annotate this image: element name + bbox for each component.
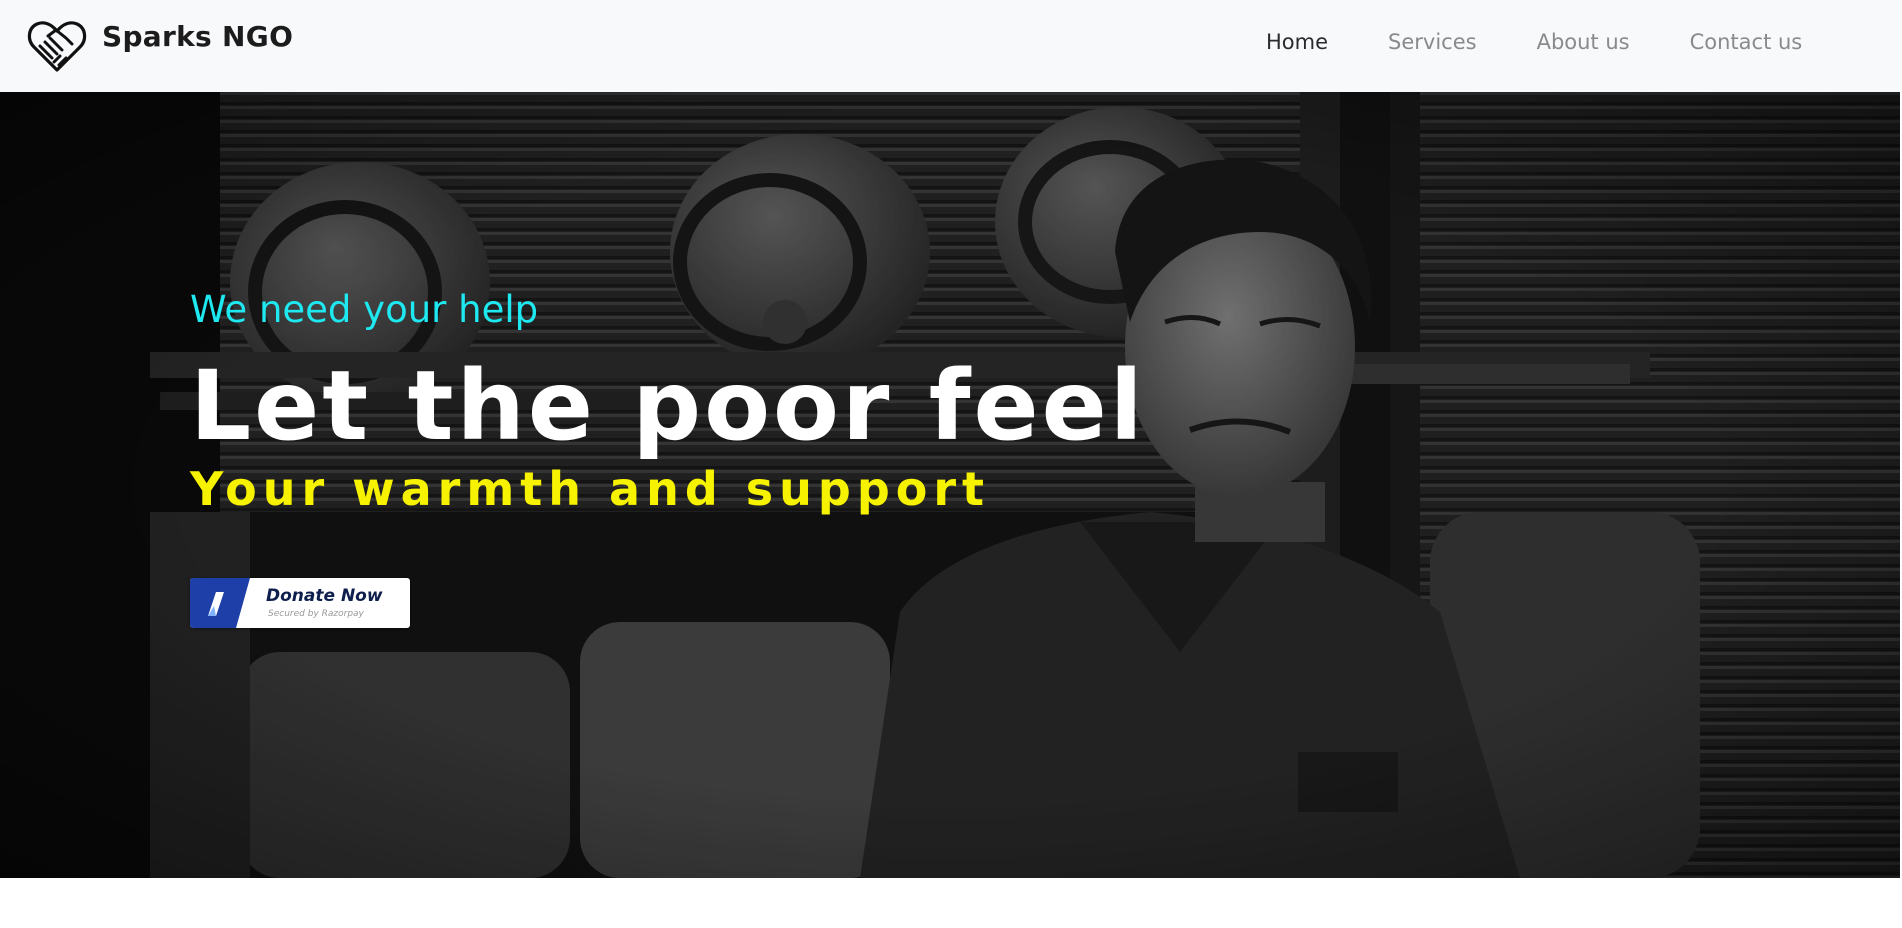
donate-secured-text: Secured by Razorpay: [268, 609, 364, 619]
nav-menu: Home Services About us Contact us: [1266, 30, 1862, 54]
brand[interactable]: Sparks NGO: [26, 16, 293, 76]
razorpay-icon: [190, 578, 250, 628]
donate-label: Donate Now: [266, 586, 383, 606]
nav-link-about-us[interactable]: About us: [1537, 30, 1630, 54]
nav-link-services[interactable]: Services: [1388, 30, 1477, 54]
hero-headline: Let the poor feel: [190, 350, 1146, 462]
hero-section: We need your help Let the poor feel Your…: [0, 92, 1902, 878]
handshake-heart-icon: [27, 21, 87, 72]
nav-link-contact-us[interactable]: Contact us: [1690, 30, 1803, 54]
nav-link-home[interactable]: Home: [1266, 30, 1328, 54]
brand-name: Sparks NGO: [102, 19, 294, 53]
hero-tagline: We need your help: [190, 288, 539, 331]
navbar: Sparks NGO Home Services About us Contac…: [0, 0, 1902, 92]
hero-subheadline: Your warmth and support: [190, 462, 991, 516]
donate-now-button[interactable]: Donate Now Secured by Razorpay: [190, 578, 410, 628]
